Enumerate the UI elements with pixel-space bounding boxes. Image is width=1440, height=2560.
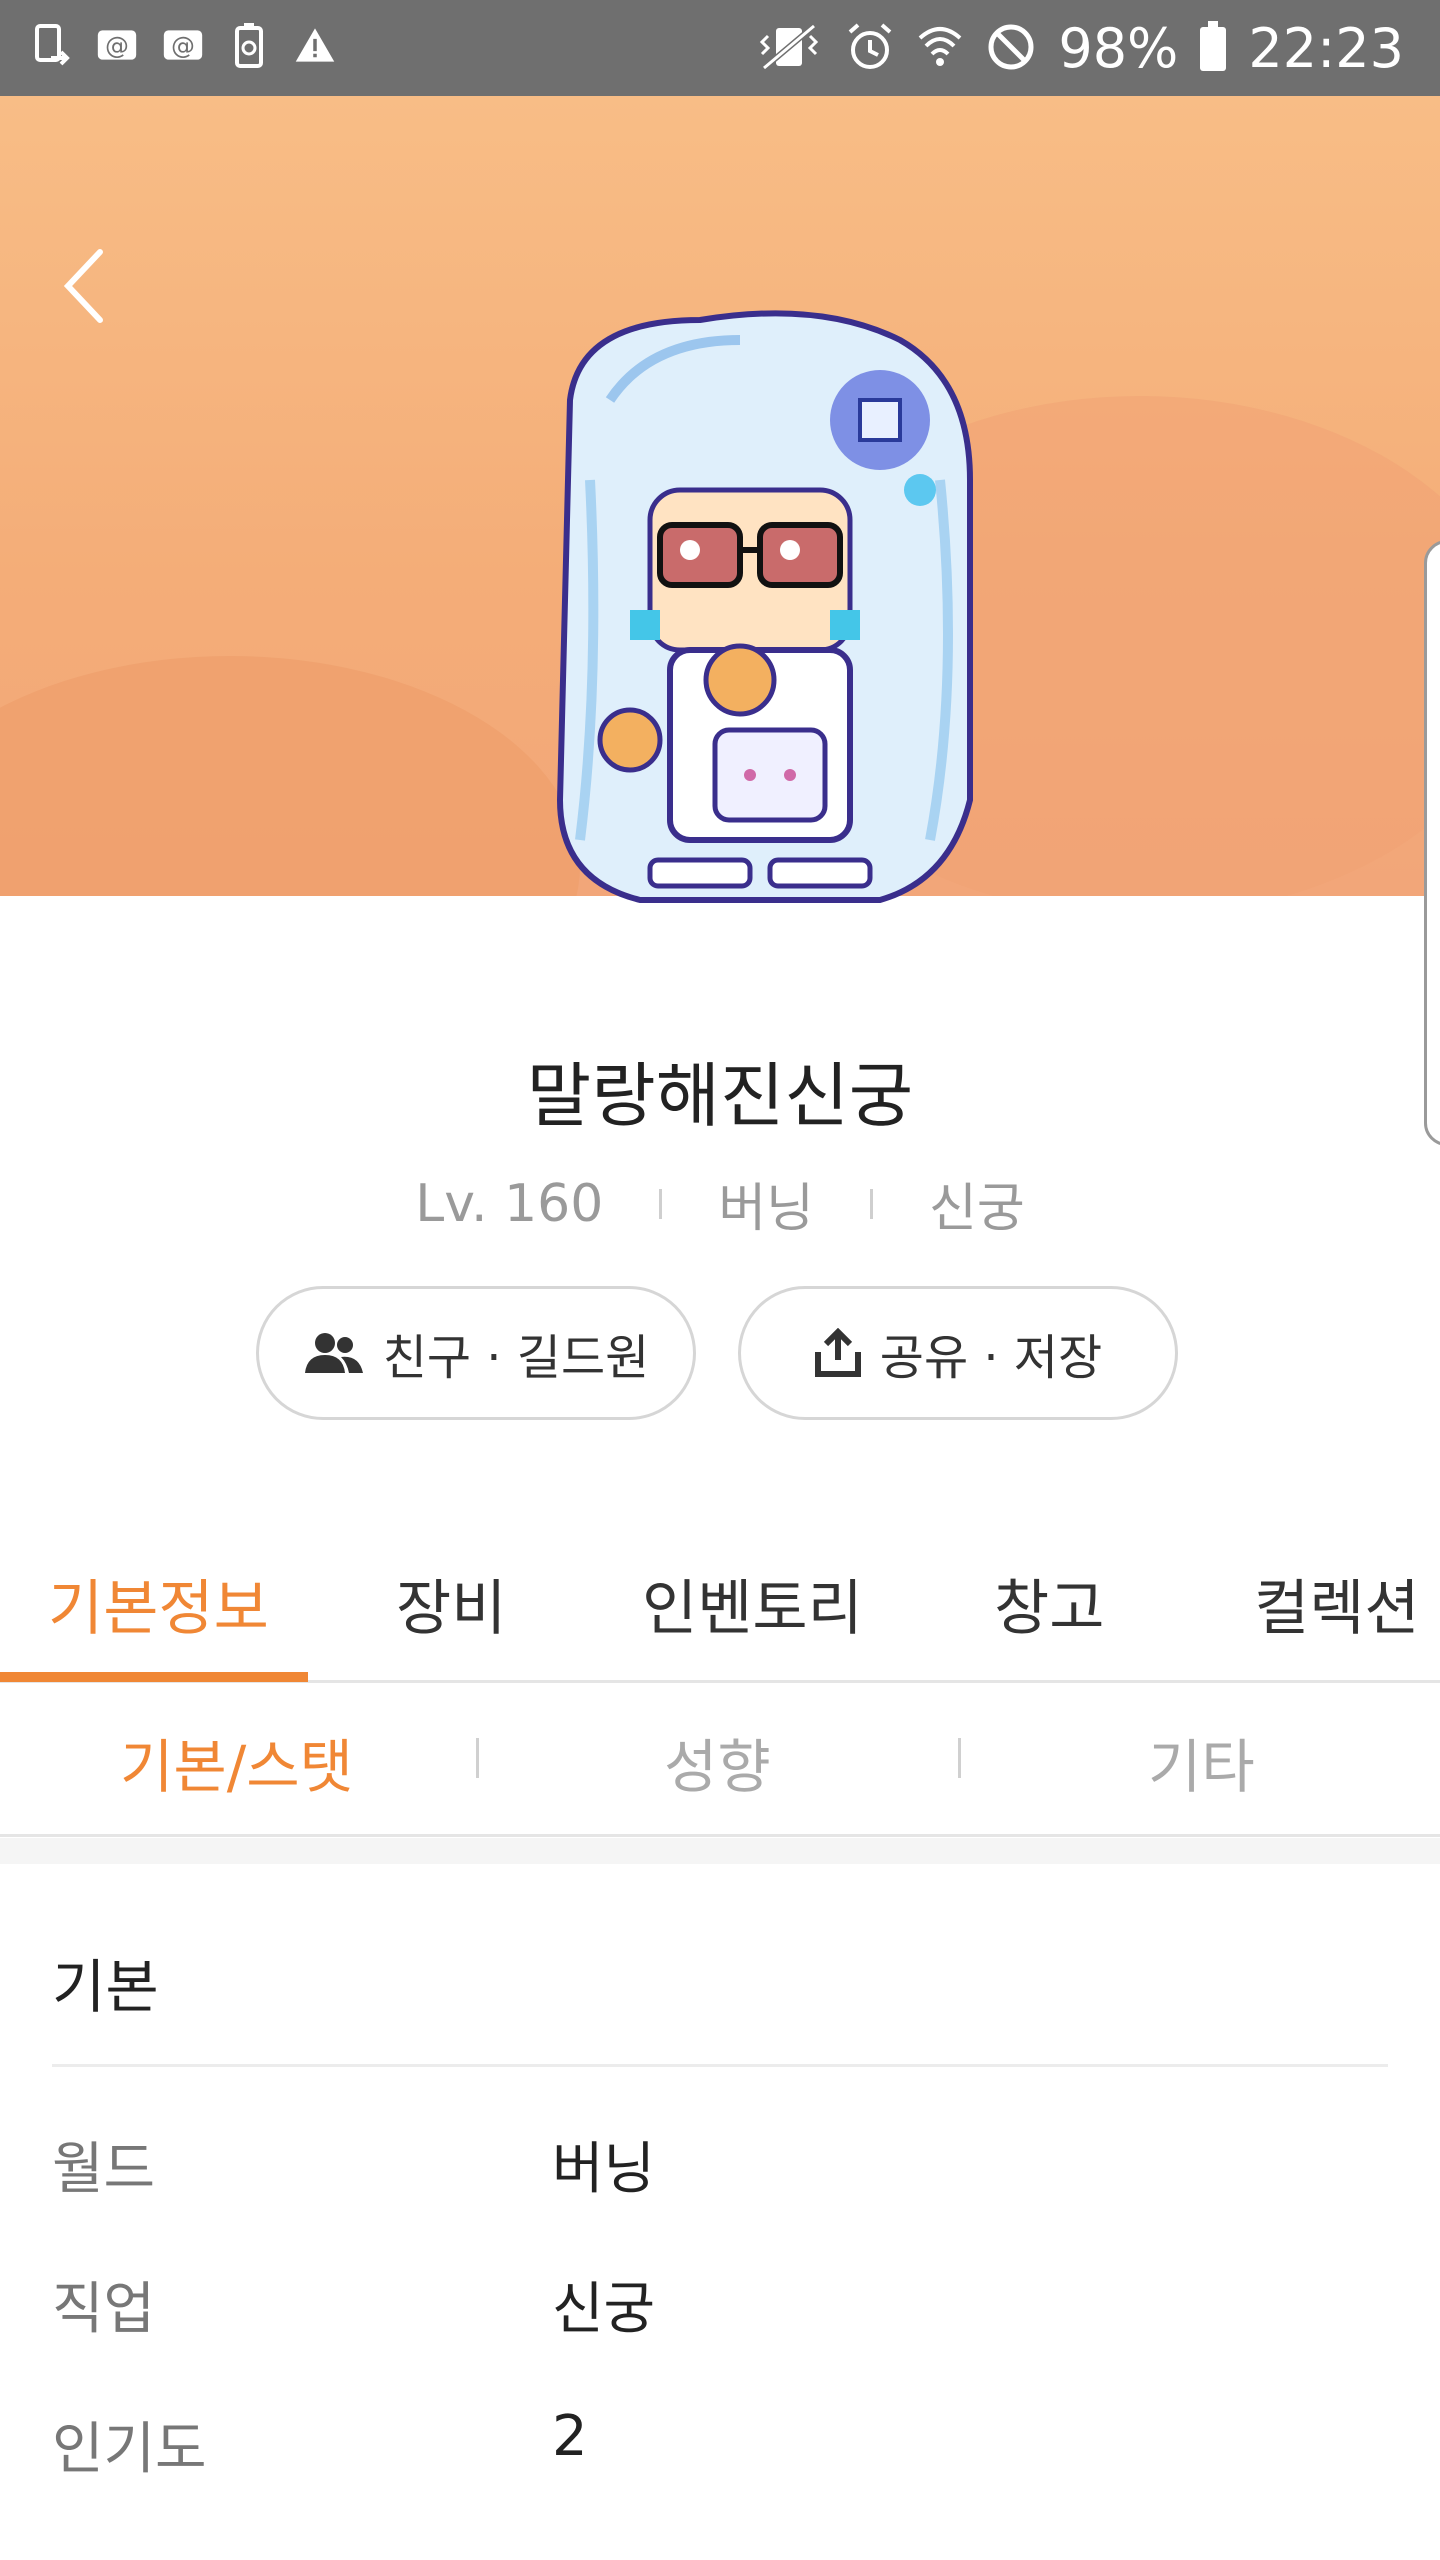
share-icon: [814, 1328, 861, 1377]
blocked-icon: [986, 22, 1036, 76]
character-job: 신궁: [929, 1179, 1025, 1239]
job-label: 직업: [52, 2277, 156, 2342]
character-world: 버닝: [718, 1179, 815, 1239]
tab-basic-info[interactable]: 기본정보: [48, 1560, 269, 1647]
character-level: Lv. 160: [415, 1173, 604, 1234]
chevron-left-icon: [63, 249, 103, 323]
warning-icon: [294, 22, 336, 68]
recycle-icon: [228, 22, 270, 68]
email-icon: @: [96, 22, 138, 68]
svg-text:@: @: [171, 32, 195, 60]
people-icon: [304, 1333, 363, 1373]
subtab-tendency[interactable]: 성향: [664, 1720, 771, 1804]
subtab-etc[interactable]: 기타: [1148, 1720, 1255, 1804]
world-value: 버닝: [552, 2137, 656, 2202]
wifi-icon: [916, 22, 964, 76]
subtab-basic-stats[interactable]: 기본/스탯: [120, 1720, 353, 1804]
character-name: 말랑해진신궁: [526, 1055, 914, 1137]
back-button[interactable]: [56, 246, 116, 326]
world-label: 월드: [52, 2137, 156, 2202]
section-spacer: [0, 1838, 1440, 1864]
email-icon: @: [162, 22, 204, 68]
popularity-value: 2: [552, 2404, 588, 2469]
status-icons-right: 98% 22:23: [754, 14, 1404, 84]
section-title: 기본: [52, 1953, 159, 2021]
clock: 22:23: [1248, 17, 1404, 80]
character-meta: Lv. 160 버닝 신궁: [0, 1166, 1440, 1241]
subtab-divider: [958, 1738, 961, 1778]
meta-divider: [659, 1188, 663, 1219]
share-save-button[interactable]: 공유 · 저장: [738, 1286, 1178, 1420]
battery-percent: 98%: [1058, 17, 1179, 80]
banner-decoration: [0, 656, 580, 896]
battery-icon: [1200, 21, 1227, 71]
svg-text:@: @: [105, 32, 129, 60]
profile-actions: 친구 · 길드원 공유 · 저장: [256, 1286, 1178, 1420]
job-value: 신궁: [552, 2277, 656, 2342]
main-tabs: 기본정보 장비 인벤토리 창고 컬렉션: [0, 1530, 1440, 1683]
sub-tabs: 기본/스탯 성향 기타: [0, 1684, 1440, 1837]
friends-guild-button[interactable]: 친구 · 길드원: [256, 1286, 696, 1420]
status-bar: @ @ 98% 22:23: [0, 0, 1440, 96]
active-tab-indicator: [0, 1672, 308, 1682]
share-save-label: 공유 · 저장: [879, 1330, 1103, 1386]
tab-storage[interactable]: 창고: [994, 1560, 1104, 1647]
section-divider: [52, 2064, 1388, 2067]
meta-divider: [870, 1188, 874, 1219]
popularity-label: 인기도: [52, 2417, 207, 2482]
tab-equipment[interactable]: 장비: [396, 1560, 506, 1647]
subtab-divider: [476, 1738, 479, 1778]
friends-guild-label: 친구 · 길드원: [382, 1330, 650, 1386]
character-avatar: [556, 310, 973, 903]
status-icons-left: @ @: [30, 22, 336, 68]
tab-collection[interactable]: 컬렉션: [1254, 1560, 1420, 1647]
alarm-icon: [846, 22, 894, 76]
phone-transfer-icon: [30, 22, 72, 68]
tab-inventory[interactable]: 인벤토리: [642, 1560, 863, 1647]
vibrate-icon: [754, 22, 824, 76]
